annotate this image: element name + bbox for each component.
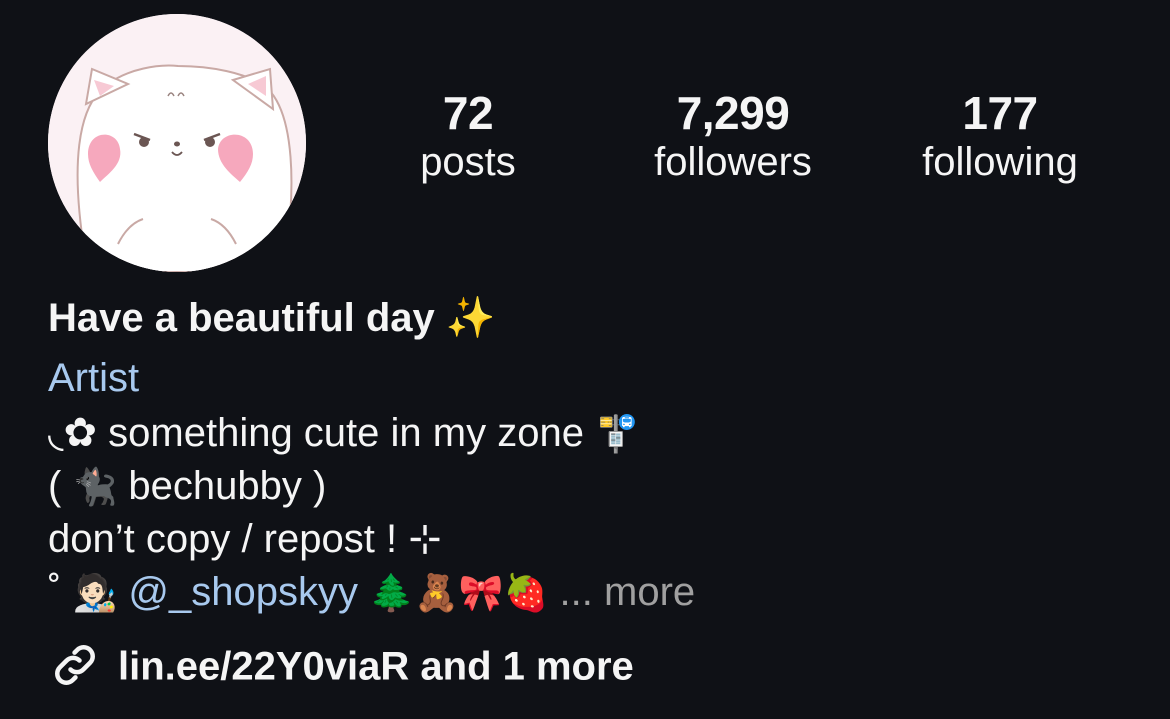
bio-line-4: ˚ 🧑🏻‍🎨 @_shopskyy 🌲🧸🎀🍓 ... more [48,570,695,615]
stat-following[interactable]: 177 following [900,88,1100,185]
cat-avatar-illustration [48,14,306,272]
following-count: 177 [962,87,1038,139]
posts-label: posts [420,139,516,184]
stat-posts[interactable]: 72 posts [378,88,558,185]
artist-icon: 🧑🏻‍🎨 [72,572,118,613]
link-icon [55,645,95,685]
profile-avatar[interactable] [48,14,306,272]
profile-link-row[interactable]: lin.ee/22Y0viaR and 1 more [48,642,634,696]
bus-stop-icon: 🚏 [595,413,640,454]
bio-ellipsis: ... [559,570,593,614]
mention-link[interactable]: @_shopskyy [128,570,358,614]
following-label: following [922,139,1078,184]
bio-line-2-text: bechubby ) [128,464,327,508]
bio-line-1: ◟✿ something cute in my zone 🚏 [48,410,640,456]
bio-degree-prefix: ˚ [48,570,62,614]
bio-line-3: don’t copy / repost ! ⊹ [48,517,442,561]
more-button[interactable]: more [604,570,695,614]
decor-emojis: 🌲🧸🎀🍓 [369,572,549,613]
profile-link-text[interactable]: lin.ee/22Y0viaR and 1 more [118,645,634,689]
bio-flower-prefix: ◟✿ [48,411,98,455]
profile-name: Have a beautiful day ✨ [48,296,496,340]
posts-count: 72 [442,87,494,139]
stat-followers[interactable]: 7,299 followers [628,88,838,185]
profile-category: Artist [48,356,140,400]
bio-line-1-text: something cute in my zone [108,411,584,455]
bio-line-2: ( 🐈‍⬛ bechubby ) [48,464,326,509]
bio-paren-open: ( [48,464,62,508]
followers-count: 7,299 [676,87,790,139]
followers-label: followers [654,139,812,184]
black-cat-icon: 🐈‍⬛ [72,466,118,507]
